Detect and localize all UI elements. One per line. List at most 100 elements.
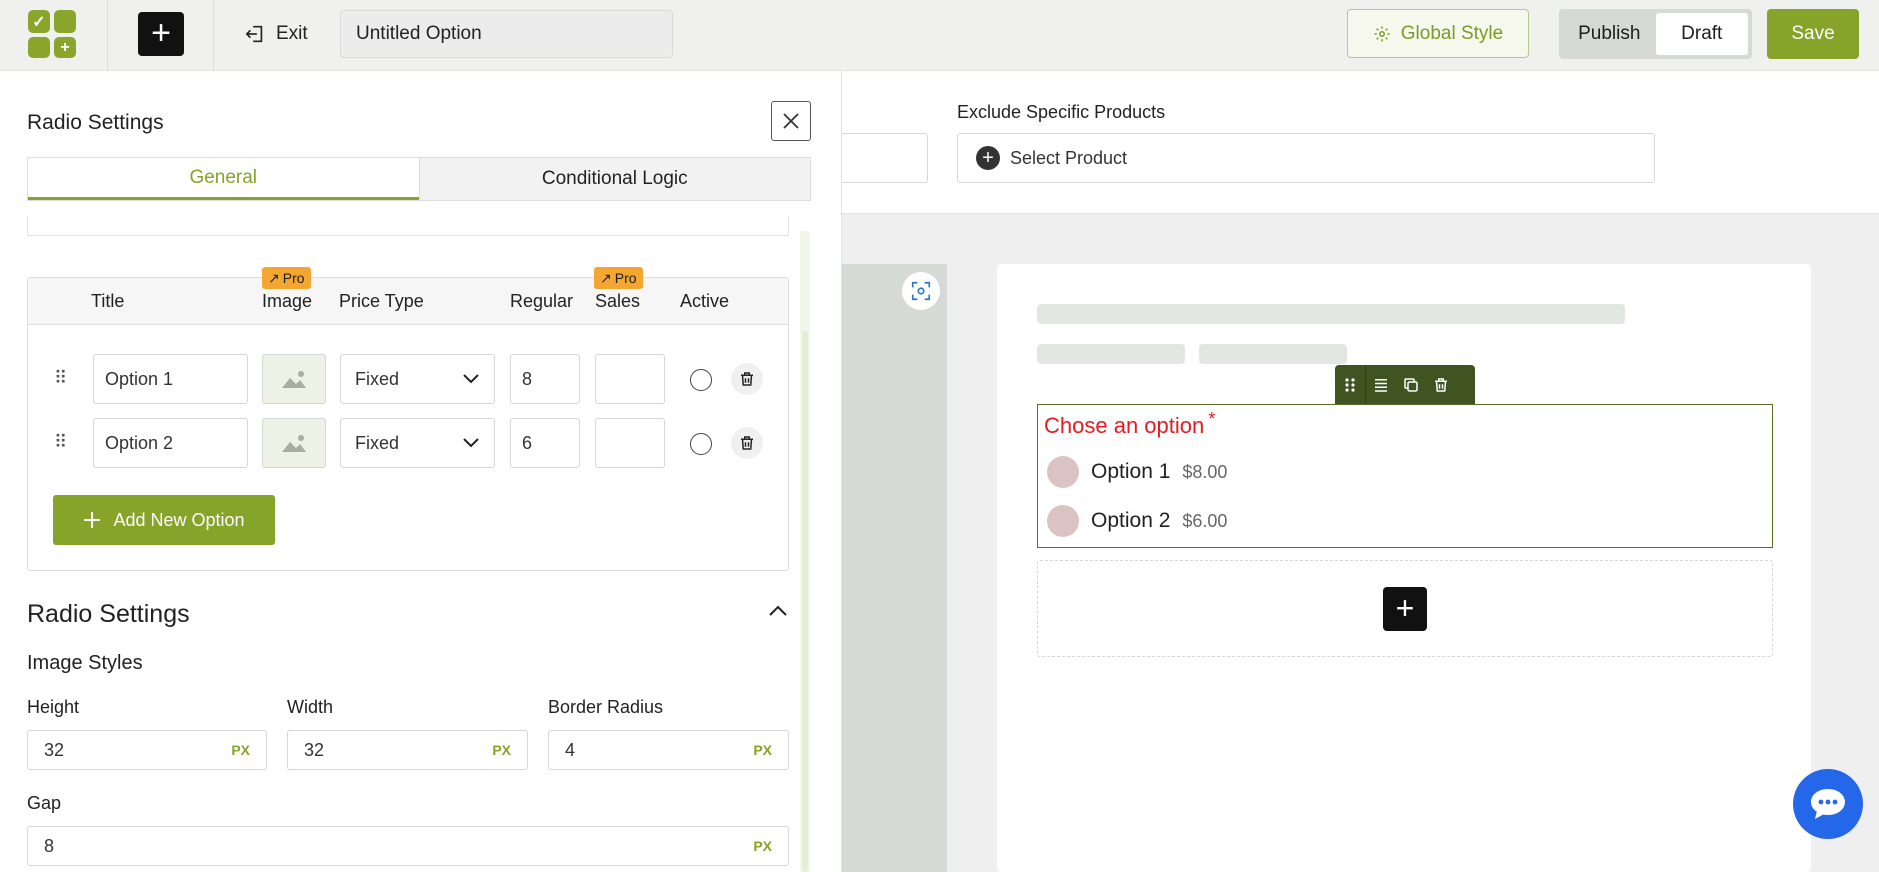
drag-handle-icon[interactable]: ⠿ [54,368,67,389]
chevron-down-icon [463,374,479,384]
radio-field-label: Chose an option * [1044,409,1215,439]
tab-general[interactable]: General [28,158,419,200]
option-title-field[interactable]: Option 2 [93,418,248,468]
regular-price-field[interactable]: 6 [510,418,580,468]
close-panel-button[interactable] [771,101,811,141]
image-placeholder-icon [282,371,306,388]
align-button[interactable] [1366,365,1396,405]
exit-icon [245,25,263,43]
trash-icon [1435,378,1447,392]
option-title-field[interactable]: Option 1 [93,354,248,404]
active-radio[interactable] [690,433,712,455]
active-radio[interactable] [690,369,712,391]
radio-option-name: Option 1 [1091,460,1171,483]
price-type-select[interactable]: Fixed [340,418,495,468]
duplicate-button[interactable] [1396,365,1426,405]
copy-icon [1404,378,1418,392]
regular-price-field[interactable]: 8 [510,354,580,404]
global-style-button[interactable]: Global Style [1347,9,1529,58]
draft-option[interactable]: Draft [1655,13,1748,55]
trash-icon [741,372,753,386]
exit-button[interactable]: Exit [244,20,308,48]
previous-section-box [27,216,789,236]
select-product-field[interactable]: + Select Product [957,133,1655,183]
column-header-price-type: Price Type [339,291,424,311]
settings-tabs: General Conditional Logic [27,157,811,201]
width-input[interactable]: 32 PX [287,730,528,770]
scrollbar-thumb[interactable] [802,331,808,872]
border-radius-label: Border Radius [548,697,664,717]
radio-field-preview[interactable]: Chose an option * Option 1 $8.00 Option 2… [1037,404,1773,548]
unit-label: PX [492,742,511,758]
app-logo[interactable]: ✓ + [28,10,76,58]
price-type-select[interactable]: Fixed [340,354,495,404]
chevron-up-icon[interactable] [768,604,788,618]
gear-icon [1374,26,1390,41]
pro-badge-label: Pro [614,270,637,286]
column-header-sales: Sales [595,291,641,311]
radio-option[interactable]: Option 2 $6.00 [1047,505,1227,537]
publish-status-toggle: Publish Draft [1559,9,1752,59]
pro-badge: ↗ Pro [262,267,311,289]
chat-icon [1811,789,1845,819]
close-icon [783,113,799,129]
save-button[interactable]: Save [1767,9,1859,59]
delete-option-button[interactable] [731,427,763,459]
drag-icon [1345,378,1355,392]
column-header-active: Active [680,291,730,311]
add-new-option-label: Add New Option [113,509,245,530]
trend-up-icon: ↗ [268,269,280,286]
option-title-input[interactable] [340,10,673,58]
height-label: Height [27,697,80,717]
image-styles-heading: Image Styles [27,652,143,674]
gap-input[interactable]: 8 PX [27,826,789,866]
tab-conditional-logic[interactable]: Conditional Logic [418,158,810,200]
drop-zone: + [1037,560,1773,657]
table-row: ⠿ Option 2 Fixed 6 [28,418,788,468]
radio-option[interactable]: Option 1 $8.00 [1047,456,1227,488]
column-header-image: Image [262,291,313,311]
radio-field-label-text: Chose an option [1044,413,1205,438]
border-radius-input[interactable]: 4 PX [548,730,789,770]
option-image-picker[interactable] [262,418,326,468]
column-header-title: Title [91,291,125,311]
divider [213,0,214,71]
unit-label: PX [753,838,772,854]
divider [107,0,108,71]
logo-check-icon: ✓ [28,10,50,33]
add-block-button[interactable]: + [1383,587,1427,631]
radio-option-image [1047,505,1079,537]
image-placeholder-icon [282,435,306,452]
exclude-products-label: Exclude Specific Products [957,102,1166,122]
option-image-picker[interactable] [262,354,326,404]
price-type-value: Fixed [355,368,400,389]
add-element-button[interactable]: + [138,12,184,56]
drag-handle[interactable] [1335,365,1365,405]
panel-title: Radio Settings [27,111,164,134]
publish-option[interactable]: Publish [1563,13,1656,55]
add-new-option-button[interactable]: Add New Option [53,495,275,545]
radio-option-image [1047,456,1079,488]
width-value: 32 [304,739,325,760]
plus-icon [84,512,101,528]
logo-plus-icon: + [54,37,76,58]
chat-button[interactable] [1793,769,1863,839]
options-table: Title Image ↗ Pro Price Type Regular Sale… [27,267,789,571]
include-products-field[interactable] [842,133,928,183]
chevron-down-icon [463,438,479,448]
height-input[interactable]: 32 PX [27,730,267,770]
unit-label: PX [231,742,250,758]
exit-label: Exit [276,23,308,44]
sales-price-field[interactable] [595,354,665,404]
focus-view-button[interactable] [902,272,940,310]
panel-scrollbar[interactable] [800,231,810,872]
logo-tile [54,10,76,33]
required-mark: * [1208,409,1216,429]
delete-element-button[interactable] [1426,365,1456,405]
radio-settings-heading[interactable]: Radio Settings [27,600,190,629]
sales-price-field[interactable] [595,418,665,468]
delete-option-button[interactable] [731,363,763,395]
drag-handle-icon[interactable]: ⠿ [54,432,67,453]
align-icon [1375,379,1387,392]
height-value: 32 [44,739,65,760]
